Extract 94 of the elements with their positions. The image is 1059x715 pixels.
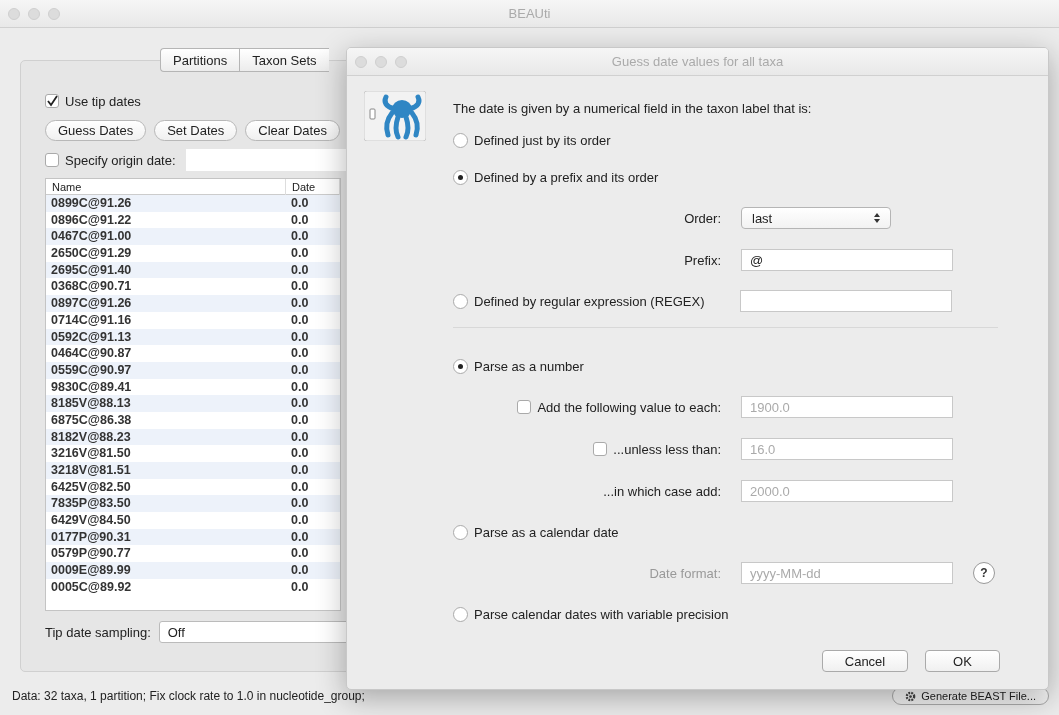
table-cell-text: 0592C@91.13	[50, 328, 133, 346]
table-cell-text: 0.0	[290, 462, 310, 479]
window-button[interactable]	[28, 7, 40, 20]
option-label: Parse calendar dates with variable precision	[474, 606, 729, 622]
regex-field[interactable]	[740, 290, 952, 312]
table-cell-text: 0714C@91.16	[50, 311, 133, 329]
radio-button[interactable]	[453, 358, 468, 374]
table-cell-text: 9830C@89.41	[50, 378, 133, 396]
table-cell-text: 0.0	[290, 578, 310, 596]
table-cell-text: 8182V@88.23	[50, 428, 132, 446]
table-cell-text: 0.0	[290, 428, 310, 446]
action-button[interactable]: Guess Dates	[45, 120, 147, 141]
table-cell-text: 0.0	[290, 328, 310, 346]
table-cell-text: 6425V@82.50	[50, 478, 132, 496]
table-cell-text: 0464C@90.87	[50, 345, 133, 362]
table-cell-text: 0.0	[290, 395, 310, 412]
window-button[interactable]	[395, 55, 407, 68]
window-button[interactable]	[48, 7, 60, 20]
field-label: Order:	[684, 210, 721, 226]
field-label: Tip date sampling:	[45, 624, 151, 640]
checkbox-label: Specify origin date:	[65, 152, 176, 168]
table-cell-text: 0897C@91.26	[50, 295, 133, 312]
table-cell-text: 0.0	[290, 345, 310, 362]
status-text: Data: 32 taxa, 1 partition; Fix clock rate to 1.0 in nucleotide_group;	[12, 689, 365, 703]
table-cell-text: 2695C@91.40	[50, 261, 133, 279]
tab[interactable]: Partitions	[160, 48, 240, 72]
stepper-icon	[874, 213, 880, 223]
option-label: Defined by a prefix and its order	[474, 169, 659, 185]
window-title: BEAUti	[508, 6, 551, 21]
gear-icon	[905, 690, 917, 702]
field-label: ...in which case add:	[603, 483, 721, 499]
table-cell-text: 0896C@91.22	[50, 211, 133, 229]
table-cell-text: 6875C@86.38	[50, 411, 133, 429]
dialog-button[interactable]: OK	[925, 650, 1000, 672]
table-cell-text: 0.0	[290, 228, 310, 246]
table-cell-text: 0899C@91.26	[50, 195, 133, 212]
dialog-button[interactable]: Cancel	[822, 650, 908, 672]
checkbox-label: Use tip dates	[65, 93, 141, 109]
table-cell-text: 0.0	[290, 478, 310, 496]
window-button[interactable]	[355, 55, 367, 68]
radio-button[interactable]	[453, 169, 468, 185]
table-cell-text: 0.0	[290, 361, 310, 379]
table-cell-text: 0.0	[290, 195, 310, 212]
table-cell-text: 0.0	[290, 512, 310, 529]
table-cell-text: 0009E@89.99	[50, 562, 132, 579]
radio-button[interactable]	[453, 606, 468, 622]
option-label: Defined just by its order	[474, 132, 611, 148]
table-cell-text: 0579P@90.77	[50, 545, 132, 563]
field-label: Prefix:	[684, 252, 721, 268]
option-label: Parse as a calendar date	[474, 524, 619, 540]
field-label: ...unless less than:	[613, 441, 721, 457]
octopus-icon	[364, 91, 426, 141]
checkbox[interactable]	[45, 153, 59, 167]
action-button[interactable]: Clear Dates	[245, 120, 340, 141]
table-cell-text: 2650C@91.29	[50, 245, 133, 262]
table-cell-text: 0559C@90.97	[50, 361, 133, 379]
radio-button[interactable]	[453, 132, 468, 148]
table-cell-text: 0.0	[290, 311, 310, 329]
table-cell-text: 0368C@90.71	[50, 278, 133, 296]
table-cell-text: 3216V@81.50	[50, 445, 132, 462]
table-cell-text: 0.0	[290, 528, 310, 546]
table-cell-text: 0.0	[290, 278, 310, 296]
option-label: Defined by regular expression (REGEX)	[474, 293, 705, 309]
table-cell-text: 0.0	[290, 545, 310, 563]
dialog-title: Guess date values for all taxa	[611, 54, 784, 69]
field-label: Date format:	[649, 565, 721, 581]
table-cell-text: 0.0	[290, 495, 310, 513]
order-dropdown[interactable]: last	[741, 207, 891, 229]
tab[interactable]: Taxon Sets	[239, 48, 329, 72]
table-cell-text: 6429V@84.50	[50, 512, 132, 529]
table-cell-text: 0005C@89.92	[50, 578, 133, 596]
dialog-heading: The date is given by a numerical field in the taxon label that is:	[453, 100, 812, 116]
table-cell-text: 0.0	[290, 378, 310, 396]
table-cell-text: 3218V@81.51	[50, 462, 132, 479]
radio-button[interactable]	[453, 524, 468, 540]
window-button[interactable]	[375, 55, 387, 68]
radio-button[interactable]	[453, 293, 468, 309]
table-cell-text: 0.0	[290, 245, 310, 262]
table-cell-text: 0.0	[290, 295, 310, 312]
checkbox[interactable]	[45, 94, 59, 108]
window-button[interactable]	[8, 7, 20, 20]
table-cell-text: 0.0	[290, 261, 310, 279]
table-cell-text: 0467C@91.00	[50, 228, 133, 246]
input-field[interactable]: @	[741, 249, 953, 271]
table-cell-text: 7835P@83.50	[50, 495, 132, 513]
table-cell-text: 0.0	[290, 411, 310, 429]
table-cell-text: 0.0	[290, 445, 310, 462]
table-cell-text: 0177P@90.31	[50, 528, 132, 546]
field-label: Add the following value to each:	[537, 399, 721, 415]
table-cell-text: 0.0	[290, 562, 310, 579]
table-cell-text: 8185V@88.13	[50, 395, 132, 412]
table-cell-text: 0.0	[290, 211, 310, 229]
option-label: Parse as a number	[474, 358, 584, 374]
action-button[interactable]: Set Dates	[154, 120, 238, 141]
